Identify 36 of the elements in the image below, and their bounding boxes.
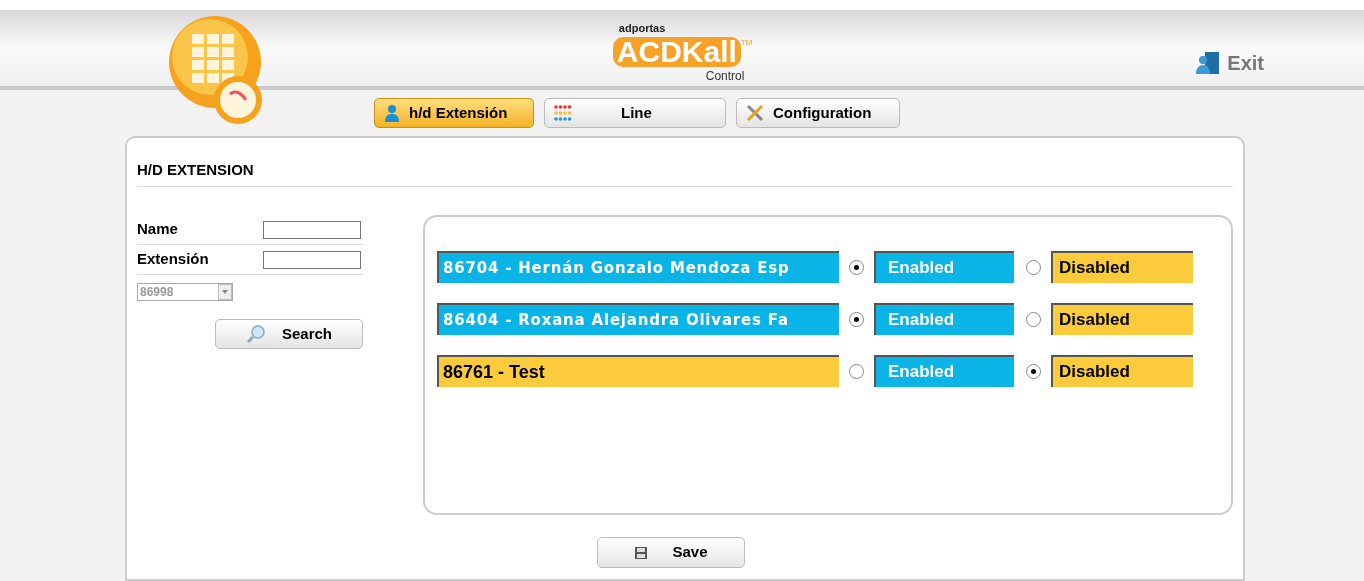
enabled-label: Enabled — [874, 355, 1014, 387]
door-person-icon — [1195, 51, 1222, 75]
radio-button[interactable] — [849, 311, 864, 327]
trademark-mark: TM — [740, 36, 753, 49]
nav-tab[interactable]: Line — [544, 98, 726, 128]
extension-name: 86404 - Roxana Alejandra Olivares Fa — [437, 303, 839, 335]
brand-name: adportas — [618, 21, 666, 36]
radio-button[interactable] — [1026, 363, 1041, 379]
radio-button[interactable] — [1026, 259, 1041, 275]
product-logo-text: ACDKall — [612, 36, 741, 67]
product-subtitle: Control — [705, 67, 745, 85]
field-label: Extensión — [137, 249, 209, 270]
nav-tab[interactable]: Configuration — [736, 98, 900, 128]
disabled-label: Disabled — [1051, 303, 1193, 335]
nav-tab[interactable]: h/d Extensión — [374, 98, 534, 128]
panel-title: H/D EXTENSION — [137, 161, 254, 178]
person-icon — [383, 104, 401, 122]
search-icon — [245, 324, 266, 344]
caret-icon — [218, 284, 232, 300]
save-button[interactable]: Save — [597, 537, 745, 568]
disabled-label: Disabled — [1051, 251, 1193, 283]
radio-button[interactable] — [849, 363, 864, 379]
text-field[interactable] — [263, 250, 361, 269]
exit-button[interactable]: Exit — [1195, 48, 1264, 78]
radio-button[interactable] — [1026, 311, 1041, 327]
extension-name: 86761 - Test — [437, 355, 839, 387]
text-field[interactable] — [263, 220, 361, 239]
enabled-label: Enabled — [874, 303, 1014, 335]
field-label: Name — [137, 219, 178, 240]
search-button[interactable]: Search — [215, 319, 363, 349]
tools-icon — [745, 103, 765, 123]
radio-button[interactable] — [849, 259, 864, 275]
extension-name: 86704 - Hernán Gonzalo Mendoza Esp — [437, 251, 839, 283]
disabled-label: Disabled — [1051, 355, 1193, 387]
dots-icon — [553, 104, 573, 122]
enabled-label: Enabled — [874, 251, 1014, 283]
